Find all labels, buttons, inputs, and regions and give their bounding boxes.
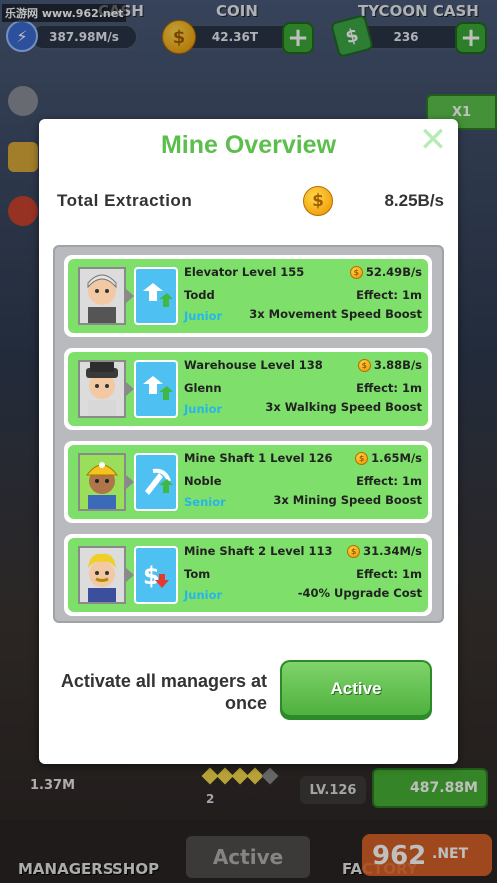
manager-title: Mine Shaft 2 Level 113 xyxy=(184,544,333,558)
manager-effect: Effect: 1m xyxy=(356,567,422,581)
manager-name: Todd xyxy=(184,288,215,302)
manager-rate-value: 3.88B/s xyxy=(373,358,422,372)
speed-boost-icon[interactable] xyxy=(134,360,178,418)
manager-card-body: Warehouse Level 138 Glenn Junior $ 3.88B… xyxy=(68,352,428,426)
manager-title: Mine Shaft 1 Level 126 xyxy=(184,451,333,465)
manager-card-body: Mine Shaft 1 Level 126 Noble Senior $ 1.… xyxy=(68,445,428,519)
pointer-arrow xyxy=(126,289,134,303)
manager-boost: 3x Movement Speed Boost xyxy=(249,307,422,321)
manager-rate-value: 31.34M/s xyxy=(363,544,422,558)
manager-card-body: $ Mine Shaft 2 Level 113 Tom Junior $ 31… xyxy=(68,538,428,612)
manager-rate: $ 1.65M/s xyxy=(355,451,422,465)
manager-list: Elevator Level 155 Todd Junior $ 52.49B/… xyxy=(53,245,444,623)
activate-all-label: Activate all managers at once xyxy=(60,671,267,713)
total-extraction-value: 8.25B/s xyxy=(384,191,444,210)
manager-rate: $ 31.34M/s xyxy=(347,544,422,558)
manager-rate: $ 3.88B/s xyxy=(357,358,422,372)
manager-name: Tom xyxy=(184,567,211,581)
manager-effect: Effect: 1m xyxy=(356,288,422,302)
manager-rate-value: 52.49B/s xyxy=(365,265,422,279)
manager-card: Mine Shaft 1 Level 126 Noble Senior $ 1.… xyxy=(64,441,432,523)
close-icon[interactable]: ✕ xyxy=(418,123,448,157)
manager-rate: $ 52.49B/s xyxy=(349,265,422,279)
manager-effect: Effect: 1m xyxy=(356,381,422,395)
coin-icon: $ xyxy=(349,265,363,279)
manager-effect: Effect: 1m xyxy=(356,474,422,488)
pointer-arrow xyxy=(126,475,134,489)
manager-name: Noble xyxy=(184,474,222,488)
mine-overview-dialog: Mine Overview ✕ Total Extraction $ 8.25B… xyxy=(39,119,458,764)
manager-card: Warehouse Level 138 Glenn Junior $ 3.88B… xyxy=(64,348,432,430)
manager-rank: Junior xyxy=(184,402,223,416)
pointer-arrow xyxy=(126,382,134,396)
coin-icon: $ xyxy=(347,544,361,558)
coin-icon: $ xyxy=(303,186,333,216)
coin-icon: $ xyxy=(355,451,369,465)
upgrade-cost-icon[interactable]: $ xyxy=(134,546,178,604)
dialog-title: Mine Overview xyxy=(160,131,337,159)
manager-boost: -40% Upgrade Cost xyxy=(297,586,422,600)
manager-title: Warehouse Level 138 xyxy=(184,358,323,372)
total-extraction-label: Total Extraction xyxy=(57,191,193,210)
manager-name: Glenn xyxy=(184,381,222,395)
manager-boost: 3x Mining Speed Boost xyxy=(273,493,422,507)
manager-rank: Junior xyxy=(184,588,223,602)
activate-all-button-label: Active xyxy=(282,662,430,715)
manager-rank: Senior xyxy=(184,495,226,509)
manager-rank: Junior xyxy=(184,309,223,323)
manager-card-body: Elevator Level 155 Todd Junior $ 52.49B/… xyxy=(68,259,428,333)
speed-boost-icon[interactable] xyxy=(134,267,178,325)
mining-boost-icon[interactable] xyxy=(134,453,178,511)
manager-card: $ Mine Shaft 2 Level 113 Tom Junior $ 31… xyxy=(64,534,432,616)
manager-portrait xyxy=(78,453,126,511)
coin-icon: $ xyxy=(357,358,371,372)
manager-boost: 3x Walking Speed Boost xyxy=(265,400,422,414)
activate-all-button[interactable]: Active xyxy=(280,660,432,720)
manager-title: Elevator Level 155 xyxy=(184,265,305,279)
manager-portrait xyxy=(78,267,126,325)
svg-text:$: $ xyxy=(143,562,160,590)
manager-portrait xyxy=(78,360,126,418)
manager-card: Elevator Level 155 Todd Junior $ 52.49B/… xyxy=(64,255,432,337)
manager-portrait xyxy=(78,546,126,604)
manager-rate-value: 1.65M/s xyxy=(371,451,422,465)
pointer-arrow xyxy=(126,568,134,582)
